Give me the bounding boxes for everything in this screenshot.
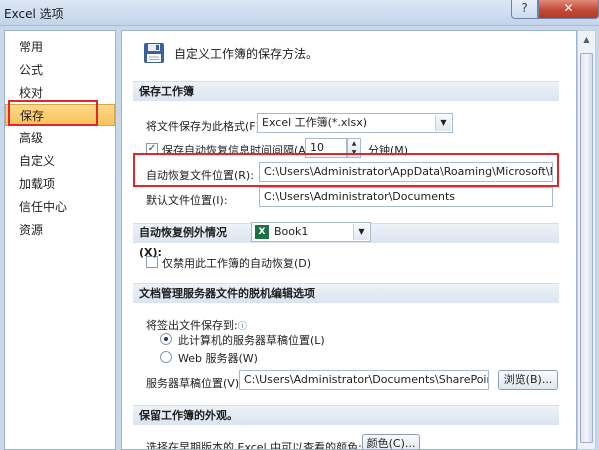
browse-button[interactable]: 浏览(B)... xyxy=(498,370,558,390)
drafts-location-label: 服务器草稿位置(V): xyxy=(146,377,243,390)
scroll-thumb[interactable] xyxy=(580,53,593,443)
chevron-down-icon[interactable]: ▼ xyxy=(435,115,451,131)
sidebar-item-resources[interactable]: 资源 xyxy=(5,219,115,241)
sidebar-item-popular[interactable]: 常用 xyxy=(5,36,115,58)
section-autorecover-exceptions-label: 自动恢复例外情况(X): xyxy=(133,223,239,259)
disable-autorecover-label: 仅禁用此工作簿的自动恢复(D) xyxy=(162,257,312,270)
save-checked-out-label: 将签出文件保存到:ⓘ xyxy=(146,317,247,333)
radio-web-server[interactable] xyxy=(160,351,172,363)
window-title: Excel 选项 xyxy=(4,7,64,21)
section-offline-editing: 文档管理服务器文件的脱机编辑选项 xyxy=(133,283,559,303)
radio-server-drafts[interactable] xyxy=(160,333,172,345)
info-icon: ⓘ xyxy=(237,322,247,332)
scroll-up-icon[interactable]: ▲ xyxy=(579,32,594,47)
options-content: 自定义工作簿的保存方法。 保存工作簿 将文件保存为此格式(F): Excel 工… xyxy=(121,30,577,450)
drafts-location-input[interactable]: C:\Users\Administrator\Documents\SharePo… xyxy=(239,370,489,390)
save-to-text: 将签出文件保存到: xyxy=(146,319,238,332)
content-scrollbar[interactable]: ▲ xyxy=(577,30,596,450)
sidebar-item-advanced[interactable]: 高级 xyxy=(5,127,115,149)
help-button[interactable]: ? xyxy=(511,0,538,19)
sidebar-item-customize[interactable]: 自定义 xyxy=(5,150,115,172)
file-format-select[interactable]: Excel 工作簿(*.xlsx) ▼ xyxy=(257,113,453,133)
server-drafts-label: 此计算机的服务器草稿位置(L) xyxy=(178,334,325,347)
section-save-workbooks: 保存工作簿 xyxy=(133,81,559,101)
autorecover-location-label: 自动恢复文件位置(R): xyxy=(146,169,254,182)
page-description: 自定义工作簿的保存方法。 xyxy=(174,47,319,61)
spin-up-icon[interactable]: ▲ xyxy=(348,139,360,148)
close-button[interactable]: ✕ xyxy=(538,0,599,19)
web-server-label: Web 服务器(W) xyxy=(178,352,258,365)
workbook-value: Book1 xyxy=(274,225,309,238)
sidebar-item-trust-center[interactable]: 信任中心 xyxy=(5,196,115,218)
file-format-label: 将文件保存为此格式(F): xyxy=(146,120,264,133)
workbook-select[interactable]: X Book1 ▼ xyxy=(251,222,371,242)
excel-file-icon: X xyxy=(255,225,269,239)
colors-label: 选择在早期版本的 Excel 中可以查看的颜色: xyxy=(146,441,362,450)
autorecover-location-input[interactable]: C:\Users\Administrator\AppData\Roaming\M… xyxy=(259,162,553,182)
chevron-down-icon[interactable]: ▼ xyxy=(353,224,369,240)
title-bar: Excel 选项 ? ✕ xyxy=(0,0,599,26)
default-location-input[interactable]: C:\Users\Administrator\Documents xyxy=(259,187,553,207)
options-sidebar: 常用 公式 校对 保存 高级 自定义 加载项 信任中心 资源 xyxy=(4,30,116,450)
sidebar-item-addins[interactable]: 加载项 xyxy=(5,173,115,195)
default-location-label: 默认文件位置(I): xyxy=(146,194,228,207)
sidebar-item-formulas[interactable]: 公式 xyxy=(5,59,115,81)
file-format-value: Excel 工作簿(*.xlsx) xyxy=(262,116,368,129)
save-nav-annotation xyxy=(8,100,98,126)
floppy-disk-icon xyxy=(144,43,164,63)
colors-button[interactable]: 颜色(C)... xyxy=(362,434,420,449)
section-appearance: 保留工作簿的外观。 xyxy=(133,405,559,425)
